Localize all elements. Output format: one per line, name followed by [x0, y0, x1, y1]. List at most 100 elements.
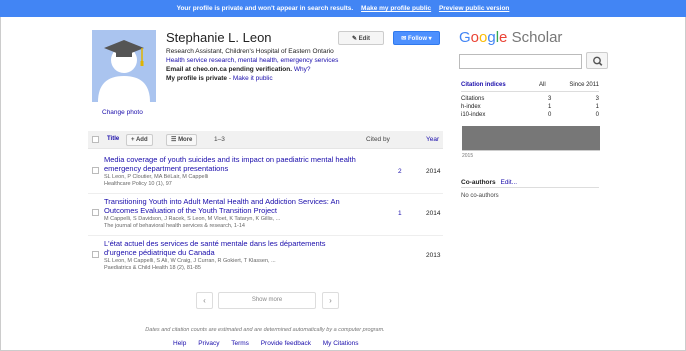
results-range: 1–3 — [214, 136, 225, 143]
article-journal: Paediatrics & Child Health 18 (2), 81-85 — [104, 265, 201, 271]
no-coauthors-text: No co-authors — [461, 193, 499, 199]
preview-public-version-link[interactable]: Preview public version — [439, 5, 509, 12]
chevron-down-icon: ▾ — [428, 36, 432, 42]
more-button-label: More — [178, 137, 193, 143]
index-since: 1 — [595, 104, 599, 110]
profile-name: Stephanie L. Leon — [166, 30, 272, 45]
pencil-icon: ✎ — [351, 36, 357, 42]
privacy-link[interactable]: Privacy — [198, 340, 219, 347]
provide-feedback-link[interactable]: Provide feedback — [261, 340, 311, 347]
citations-bar-2015 — [462, 126, 600, 150]
profile-info: Stephanie L. Leon Research Assistant, Ch… — [166, 30, 366, 83]
search-button[interactable] — [586, 52, 608, 69]
article-title[interactable]: L'état actuel des services de santé ment… — [104, 239, 359, 257]
follow-button[interactable]: ✉ Follow ▾ — [393, 31, 440, 45]
index-all: 1 — [548, 104, 552, 110]
year-column-header[interactable]: Year — [426, 136, 439, 143]
article-title[interactable]: Transitioning Youth into Adult Mental He… — [104, 197, 359, 215]
cited-by-count[interactable]: 1 — [398, 210, 402, 217]
google-letter: o — [470, 29, 480, 46]
row-checkbox[interactable] — [92, 167, 99, 174]
since-column-header: Since 2011 — [569, 82, 599, 88]
envelope-icon: ✉ — [401, 36, 407, 42]
avatar-icon — [92, 30, 156, 102]
make-profile-public-link[interactable]: Make my profile public — [361, 5, 431, 12]
cited-by-column-header[interactable]: Cited by — [366, 136, 390, 143]
index-name: h-index — [461, 104, 481, 110]
table-row: Media coverage of youth suicides and its… — [88, 155, 443, 191]
make-it-public-link[interactable]: Make it public — [233, 75, 273, 82]
coauthors-edit-link[interactable]: Edit... — [500, 179, 517, 186]
terms-link[interactable]: Terms — [231, 340, 249, 347]
all-column-header: All — [539, 82, 546, 88]
article-journal: Healthcare Policy 10 (1), 97 — [104, 181, 172, 187]
add-button[interactable]: + Add — [126, 134, 153, 146]
index-name: Citations — [461, 96, 485, 102]
citation-disclaimer: Dates and citation counts are estimated … — [145, 327, 385, 333]
previous-page-button[interactable]: ‹ — [196, 292, 213, 309]
title-column-header[interactable]: Title — [107, 136, 119, 142]
article-authors: M Cappelli, S Davidson, J Racek, S Leon,… — [104, 216, 281, 222]
menu-icon: ☰ — [171, 137, 177, 143]
scholar-wordmark: Scholar — [511, 29, 563, 46]
citation-indices-label: Citation indices — [461, 82, 506, 88]
profile-affiliation: Research Assistant, Children's Hospital … — [166, 48, 334, 55]
privacy-message: Your profile is private and won't appear… — [176, 5, 354, 12]
cited-by-count[interactable]: 2 — [398, 168, 402, 175]
index-all: 3 — [548, 96, 552, 102]
chart-year-label: 2015 — [462, 153, 474, 159]
help-link[interactable]: Help — [173, 340, 186, 347]
index-all: 0 — [548, 112, 552, 118]
select-all-checkbox[interactable] — [92, 136, 99, 143]
row-checkbox[interactable] — [92, 251, 99, 258]
citation-index-row: Citations 3 3 — [461, 95, 599, 103]
email-verification-text: Email at cheo.on.ca pending verification… — [166, 66, 293, 73]
edit-button-label: Edit — [358, 36, 371, 42]
article-year: 2013 — [426, 252, 441, 259]
coauthors-header: Co-authors Edit... — [461, 179, 599, 188]
chart-axis — [462, 150, 600, 151]
article-journal: The journal of behavioral health service… — [104, 223, 245, 229]
more-button[interactable]: ☰ More — [166, 134, 198, 146]
search-input[interactable] — [459, 54, 582, 69]
article-year: 2014 — [426, 168, 441, 175]
row-checkbox[interactable] — [92, 209, 99, 216]
article-title[interactable]: Media coverage of youth suicides and its… — [104, 155, 359, 173]
chevron-left-icon: ‹ — [203, 296, 206, 305]
show-more-button[interactable]: Show more — [218, 292, 316, 309]
article-year: 2014 — [426, 210, 441, 217]
why-link[interactable]: Why? — [294, 66, 311, 73]
privacy-banner: Your profile is private and won't appear… — [0, 0, 686, 17]
row-divider — [88, 235, 443, 236]
citation-indices-header: Citation indices All Since 2011 — [461, 82, 599, 92]
edit-button[interactable]: ✎ Edit — [338, 31, 384, 45]
google-letter: e — [499, 29, 508, 46]
plus-icon: + — [131, 137, 135, 143]
coauthors-label: Co-authors — [461, 179, 496, 186]
private-status-text: My profile is private — [166, 75, 228, 82]
article-authors: SL Leon, P Cloutier, MA BéLair, M Cappel… — [104, 174, 209, 180]
profile-photo[interactable] — [92, 30, 156, 102]
table-row: Transitioning Youth into Adult Mental He… — [88, 197, 443, 233]
google-letter: G — [459, 29, 471, 46]
follow-button-label: Follow — [408, 36, 427, 42]
next-page-button[interactable]: › — [322, 292, 339, 309]
footer-links: Help Privacy Terms Provide feedback My C… — [173, 340, 369, 347]
citation-index-row: h-index 1 1 — [461, 103, 599, 111]
google-scholar-logo[interactable]: Google Scholar — [459, 29, 562, 47]
my-citations-link[interactable]: My Citations — [323, 340, 359, 347]
article-authors: SL Leon, M Cappelli, S Ali, W Craig, J C… — [104, 258, 276, 264]
citation-index-row: i10-index 0 0 — [461, 111, 599, 119]
index-name: i10-index — [461, 112, 486, 118]
row-divider — [88, 193, 443, 194]
articles-table-header: Title + Add ☰ More 1–3 Cited by Year — [88, 131, 443, 149]
index-since: 0 — [595, 112, 599, 118]
google-letter: g — [487, 29, 496, 46]
index-since: 3 — [595, 96, 599, 102]
profile-interests[interactable]: Health service research, mental health, … — [166, 57, 338, 64]
google-wordmark: Google — [459, 29, 507, 46]
chevron-right-icon: › — [329, 296, 332, 305]
table-row: L'état actuel des services de santé ment… — [88, 239, 443, 275]
search-icon — [593, 56, 603, 66]
change-photo-link[interactable]: Change photo — [102, 109, 143, 116]
